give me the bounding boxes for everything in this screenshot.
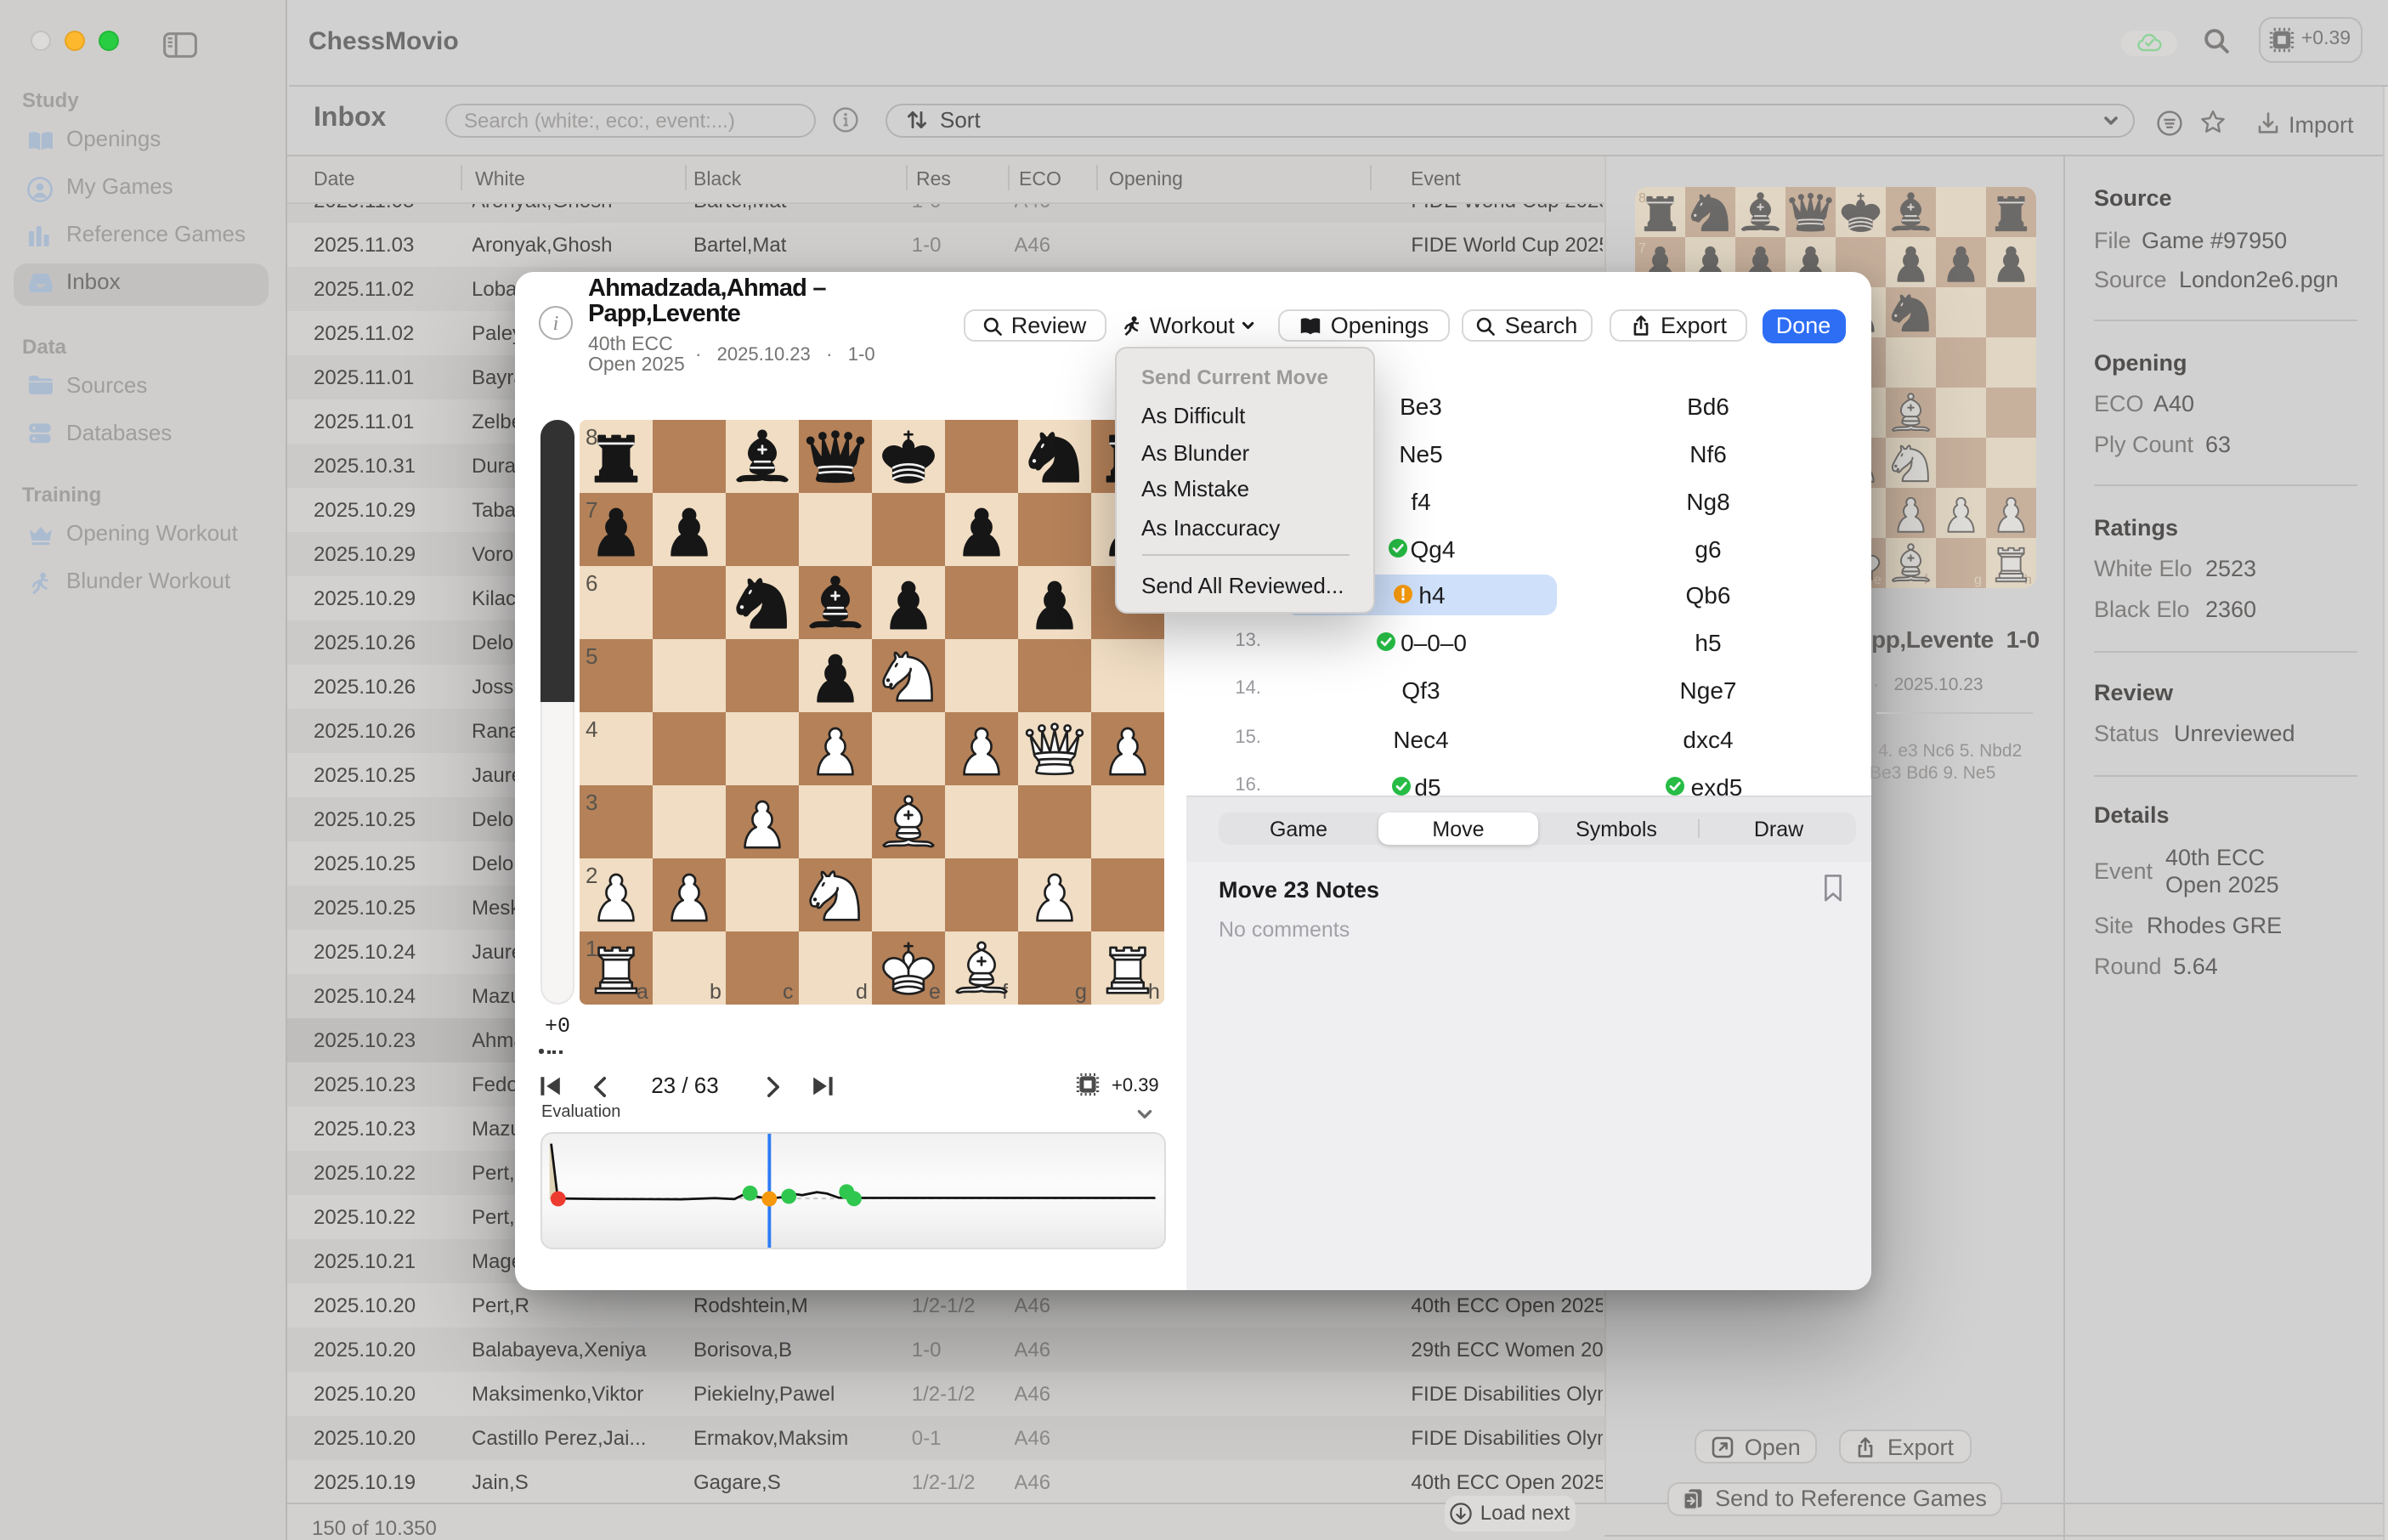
svg-text:h: h: [1148, 980, 1160, 1004]
svg-text:2: 2: [586, 863, 597, 888]
svg-text:d: d: [856, 980, 868, 1004]
svg-text:8: 8: [586, 424, 597, 450]
svg-text:3: 3: [586, 790, 597, 815]
svg-text:1: 1: [586, 936, 597, 961]
svg-text:b: b: [710, 980, 721, 1004]
svg-text:g: g: [1075, 980, 1087, 1004]
svg-text:c: c: [783, 980, 794, 1004]
svg-text:6: 6: [586, 570, 597, 596]
svg-text:e: e: [929, 980, 941, 1004]
svg-text:a: a: [637, 980, 648, 1004]
svg-text:5: 5: [586, 643, 597, 669]
svg-text:7: 7: [586, 497, 597, 523]
svg-text:4: 4: [586, 716, 597, 742]
